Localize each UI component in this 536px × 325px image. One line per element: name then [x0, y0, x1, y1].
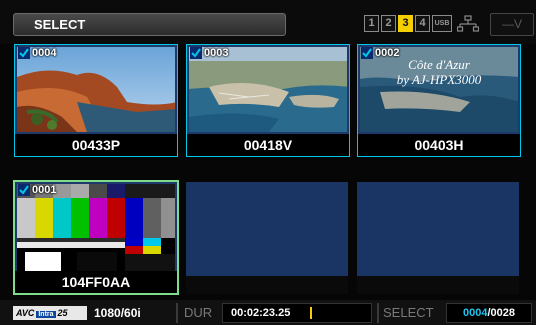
check-icon	[361, 46, 373, 59]
codec-suffix: 25	[57, 308, 68, 318]
clip-tag: 0004	[15, 45, 60, 60]
duration-progress	[310, 307, 368, 319]
clip-tag: 0002	[358, 45, 403, 60]
empty-clip-slot	[186, 182, 348, 294]
network-icon	[456, 15, 480, 32]
slot-2-indicator: 2	[381, 15, 396, 32]
select-current: 0004	[462, 307, 488, 319]
check-icon	[18, 46, 30, 59]
clip-thumbnail[interactable]: 0004 00433P	[14, 44, 178, 157]
slot-3-indicator: 3	[398, 15, 413, 32]
clip-overlay-text: Côte d'Azur by AJ-HPX3000	[360, 57, 518, 87]
codec-intra: Intra	[36, 311, 56, 318]
clip-thumbnail[interactable]: 0003 00418V	[186, 44, 350, 157]
divider	[377, 303, 379, 323]
check-icon	[18, 183, 30, 196]
slot-4-indicator: 4	[415, 15, 430, 32]
clip-number: 0001	[32, 183, 57, 196]
overlay-line-2: by AJ-HPX3000	[396, 72, 482, 87]
clip-name: 00433P	[15, 134, 177, 156]
clip-thumbnail[interactable]: 0002 Côte d'Azur by AJ-HPX3000 00403H	[357, 44, 521, 157]
select-count-label: SELECT	[383, 305, 434, 320]
clip-name: 104FF0AA	[15, 271, 177, 293]
divider	[176, 303, 178, 323]
slot-indicators: 1 2 3 4 USB	[364, 15, 480, 33]
status-bar: AVC Intra 25 1080/60i DUR 00:02:23.25 SELE…	[0, 300, 536, 325]
duration-value: 00:02:23.25	[231, 307, 291, 319]
codec-badge: AVC Intra 25	[13, 306, 87, 320]
usb-slot-indicator: USB	[432, 15, 452, 32]
video-format: 1080/60i	[94, 306, 141, 320]
select-count: 0004/0028	[446, 303, 532, 323]
clip-number: 0003	[204, 46, 229, 59]
clip-tag: 0003	[187, 45, 232, 60]
mode-label: SELECT	[13, 13, 286, 36]
top-bar: SELECT 1 2 3 4 USB —V	[0, 0, 536, 44]
codec-prefix: AVC	[16, 308, 35, 318]
clip-name: 00403H	[358, 134, 520, 156]
duration-label: DUR	[184, 305, 213, 320]
empty-clip-slot	[357, 182, 519, 294]
clip-name: 00418V	[187, 134, 349, 156]
empty-slot-caption	[357, 276, 519, 294]
clip-tag: 0001	[15, 182, 60, 197]
duration-progress-fill	[310, 307, 312, 319]
empty-slot-caption	[186, 276, 348, 294]
v-indicator: —V	[490, 13, 534, 36]
clip-number: 0004	[32, 46, 57, 59]
clip-thumbnail-selected[interactable]: 0001 104FF0AA	[13, 180, 179, 295]
select-total: /0028	[487, 307, 515, 319]
check-icon	[190, 46, 202, 59]
clip-image	[17, 184, 175, 273]
clip-number: 0002	[375, 46, 400, 59]
slot-1-indicator: 1	[364, 15, 379, 32]
